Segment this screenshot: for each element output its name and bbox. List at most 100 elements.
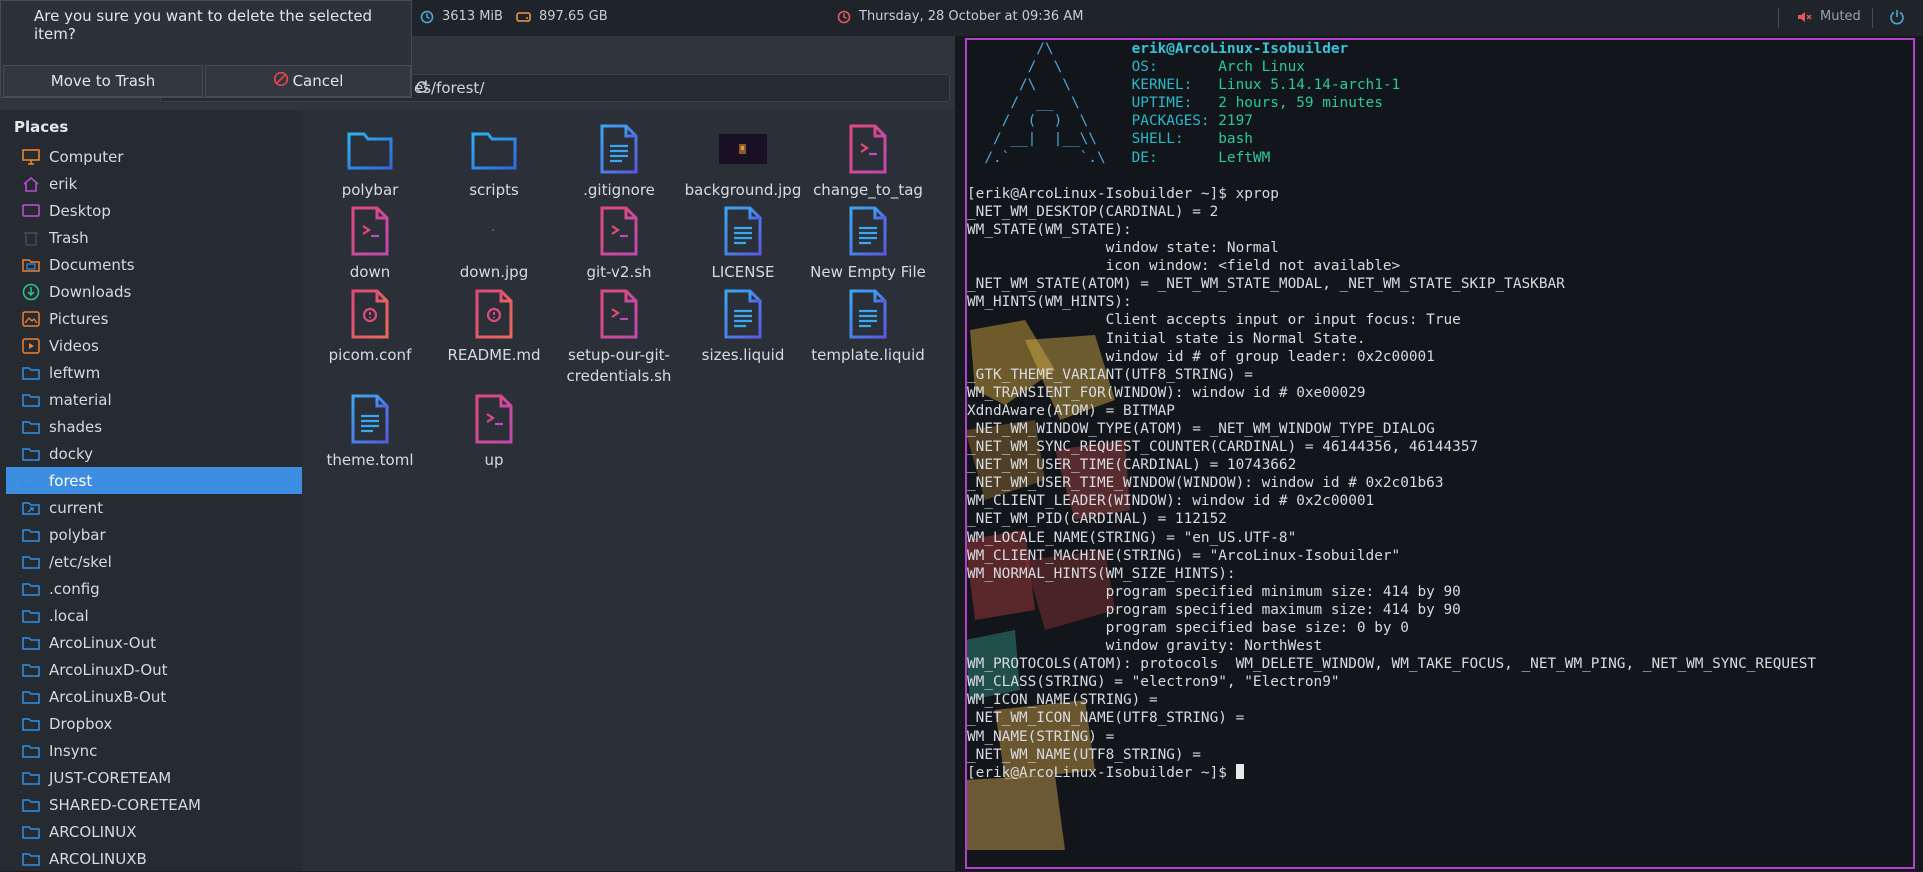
file-item[interactable]: New Empty File [806,204,930,283]
file-item[interactable]: .gitignore [557,122,681,201]
file-label: down.jpg [459,263,529,281]
sidebar-item-arcolinuxb-out[interactable]: ArcoLinuxB-Out [6,683,302,710]
terminal-line: window gravity: NorthWest [1105,638,1323,655]
sidebar-item-polybar[interactable]: polybar [6,521,302,548]
terminal-line: Client accepts input or input focus: Tru… [1105,312,1461,329]
folder-icon [20,390,42,410]
neofetch-value: Linux 5.14.14-arch1-1 [1218,77,1401,94]
neofetch-key: PACKAGES: [1131,113,1219,130]
sidebar-item-local[interactable]: .local [6,602,302,629]
file-label: New Empty File [810,263,926,281]
neofetch-line: /.` `.\ DE: LeftWM [967,149,1271,166]
terminal-line: WM_CLASS(STRING) = "electron9", "Electro… [967,674,1340,691]
folder-icon [20,633,42,653]
sidebar-item-label: .config [49,579,100,598]
volume-widget[interactable]: Muted [1796,9,1861,24]
sidebar-item-arcolinuxd-out[interactable]: ArcoLinuxD-Out [6,656,302,683]
sidebar-item-label: Trash [49,228,89,247]
reload-icon[interactable] [414,79,941,99]
sidebar-item-leftwm[interactable]: leftwm [6,359,302,386]
sidebar-item-etc-skel[interactable]: /etc/skel [6,548,302,575]
sidebar-item-label: Computer [49,147,124,166]
sidebar-item-shared-coreteam[interactable]: SHARED-CORETEAM [6,791,302,818]
file-item[interactable]: git-v2.sh [557,204,681,283]
terminal-window[interactable]: /\ erik@ArcoLinux-Isobuilder / \ OS: Arc… [965,38,1915,869]
cancel-button[interactable]: Cancel [205,65,411,97]
neofetch-value: bash [1218,131,1253,148]
sidebar-item-arcolinux-out[interactable]: ArcoLinux-Out [6,629,302,656]
sidebar-item-label: Pictures [49,309,109,328]
file-label: README.md [447,346,541,364]
sidebar-item-pictures[interactable]: Pictures [6,305,302,332]
file-item[interactable]: theme.toml [308,392,432,471]
file-item[interactable]: down.jpg [432,204,556,283]
file-item[interactable]: README.md [432,287,556,366]
sidebar-item-label: .local [49,606,89,625]
sidebar-item-downloads[interactable]: Downloads [6,278,302,305]
dialog-question: Are you sure you want to delete the sele… [34,7,373,43]
file-item[interactable]: change_to_tag [806,122,930,201]
folder-icon [20,363,42,383]
terminal-line: window id # of group leader: 0x2c00001 [1105,348,1435,365]
sidebar-item-documents[interactable]: Documents [6,251,302,278]
sidebar-item-config[interactable]: .config [6,575,302,602]
clock-widget[interactable]: Thursday, 28 October at 09:36 AM [837,9,1083,24]
sidebar-item-label: docky [49,444,93,463]
sidebar-item-material[interactable]: material [6,386,302,413]
file-item[interactable]: LICENSE [681,204,805,283]
sidebar-item-erik[interactable]: erik [6,170,302,197]
sidebar-item-label: erik [49,174,78,193]
sidebar-item-forest[interactable]: forest [6,467,302,494]
sidebar-item-insync[interactable]: Insync [6,737,302,764]
file-item[interactable]: sizes.liquid [681,287,805,366]
computer-icon [20,147,42,167]
terminal-line: _GTK_THEME_VARIANT(UTF8_STRING) = [967,366,1253,383]
text-file-icon [308,392,432,446]
neofetch-key: KERNEL: [1131,77,1219,94]
folder-link-icon [20,498,42,518]
sidebar-item-shades[interactable]: shades [6,413,302,440]
file-item[interactable]: down [308,204,432,283]
file-item[interactable]: up [432,392,556,471]
sidebar-item-arcolinux[interactable]: ARCOLINUX [6,818,302,845]
neofetch-line: /\ erik@ArcoLinux-Isobuilder [967,41,1349,57]
file-manager-window: es/forest/ Places Computer erik Desktop Tra… [0,36,955,871]
file-item[interactable]: background.jpg [681,122,805,201]
file-grid: polybar scripts .gitignore background.jpg ch… [302,110,955,871]
file-item[interactable]: scripts [432,122,556,201]
neofetch-key: UPTIME: [1131,95,1219,112]
terminal-line: WM_ICON_NAME(STRING) = [967,692,1158,709]
sidebar-item-arcolinuxb[interactable]: ARCOLINUXB [6,845,302,872]
terminal-line: WM_NAME(STRING) = [967,728,1115,745]
neofetch-key: OS: [1131,59,1219,76]
sidebar-item-current[interactable]: current [6,494,302,521]
power-icon [1889,9,1905,25]
sidebar-item-trash[interactable]: Trash [6,224,302,251]
folder-icon [432,122,556,176]
sidebar-item-docky[interactable]: docky [6,440,302,467]
move-to-trash-button[interactable]: Move to Trash [3,65,203,97]
places-heading: Places [14,118,69,136]
power-button[interactable] [1889,9,1905,25]
file-label: .gitignore [583,181,655,199]
script-file-icon [806,122,930,176]
terminal-line: [erik@ArcoLinux-Isobuilder ~]$ xprop [967,185,1279,202]
file-label: theme.toml [326,451,414,469]
sidebar-item-videos[interactable]: Videos [6,332,302,359]
sidebar-item-label: current [49,498,104,517]
file-item[interactable]: polybar [308,122,432,201]
file-item[interactable]: setup-our-git-credentials.sh [557,287,681,387]
sidebar-item-just-coreteam[interactable]: JUST-CORETEAM [6,764,302,791]
memory-icon [420,10,434,24]
terminal-line: WM_STATE(WM_STATE): [967,221,1132,238]
sidebar-item-computer[interactable]: Computer [6,143,302,170]
folder-icon [20,552,42,572]
neofetch-key: SHELL: [1131,131,1219,148]
sidebar-item-label: ARCOLINUXB [49,849,147,868]
sidebar-item-desktop[interactable]: Desktop [6,197,302,224]
terminal-line: WM_NORMAL_HINTS(WM_SIZE_HINTS): [967,565,1236,582]
file-item[interactable]: picom.conf [308,287,432,366]
file-item[interactable]: template.liquid [806,287,930,366]
sidebar-item-dropbox[interactable]: Dropbox [6,710,302,737]
disk-icon [516,10,531,23]
